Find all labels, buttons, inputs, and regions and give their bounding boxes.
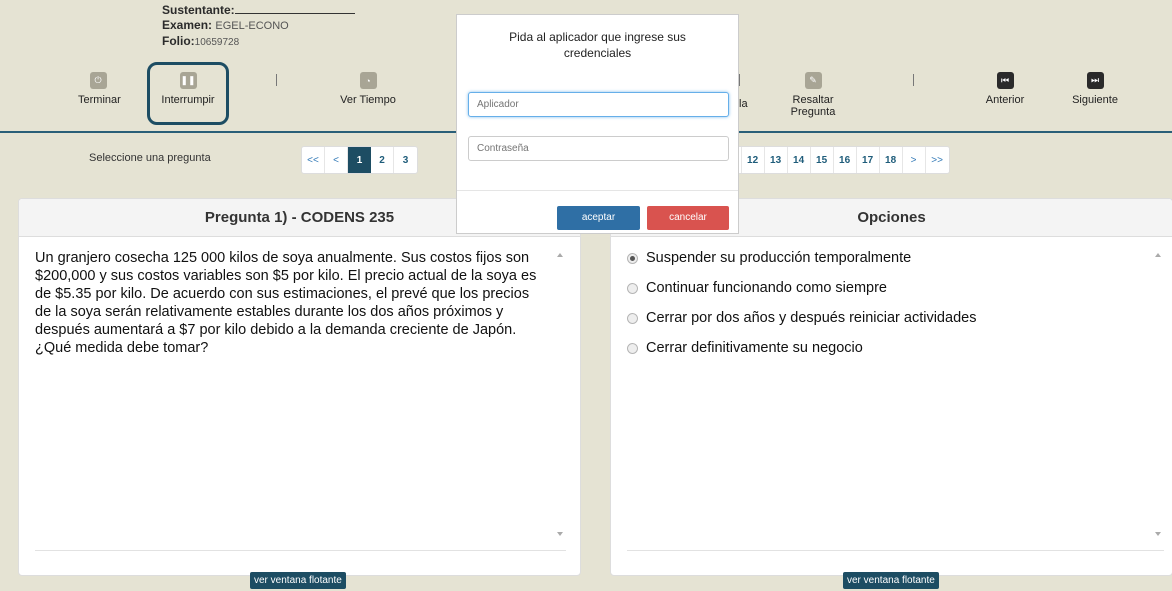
password-input[interactable] — [468, 136, 729, 161]
scroll-down-icon[interactable] — [1155, 532, 1161, 536]
resaltar-label-2: Pregunta — [790, 106, 836, 118]
radio[interactable] — [627, 312, 638, 324]
scroll-up-icon[interactable] — [1155, 253, 1161, 257]
separator — [739, 74, 740, 86]
option-item[interactable]: Suspender su producción temporalmente — [627, 249, 1164, 267]
pagination-right: 11 12 13 14 15 16 17 18 > >> — [728, 146, 950, 174]
page-13[interactable]: 13 — [765, 147, 788, 173]
resaltar-pregunta-button[interactable]: ✎ Resaltar Pregunta — [785, 72, 841, 118]
page-12[interactable]: 12 — [742, 147, 765, 173]
pagination-left: << < 1 2 3 — [301, 146, 418, 174]
page-3[interactable]: 3 — [394, 147, 417, 173]
siguiente-label: Siguiente — [1072, 94, 1118, 106]
option-label: Suspender su producción temporalmente — [646, 250, 912, 266]
anterior-label: Anterior — [985, 94, 1025, 106]
page-18[interactable]: 18 — [880, 147, 903, 173]
siguiente-button[interactable]: ⏭ Siguiente — [1068, 72, 1122, 106]
radio[interactable] — [627, 342, 638, 354]
page-first[interactable]: << — [302, 147, 325, 173]
examen-label: Examen: — [162, 18, 213, 32]
option-label: Cerrar por dos años y después reiniciar … — [646, 310, 977, 326]
scroll-up-icon[interactable] — [557, 253, 563, 257]
folio-value: 10659728 — [194, 37, 240, 48]
aplicador-input[interactable] — [468, 92, 729, 117]
page-15[interactable]: 15 — [811, 147, 834, 173]
select-question-label: Seleccione una pregunta — [89, 152, 211, 164]
partial-tool-label: la — [739, 98, 748, 110]
radio-selected[interactable] — [627, 252, 638, 264]
page-17[interactable]: 17 — [857, 147, 880, 173]
option-item[interactable]: Cerrar definitivamente su negocio — [627, 339, 1164, 357]
sustentante-line — [234, 3, 355, 14]
folio-label: Folio: — [162, 34, 195, 48]
page-next[interactable]: > — [903, 147, 926, 173]
next-icon: ⏭ — [1086, 72, 1104, 89]
options-body: Suspender su producción temporalmente Co… — [627, 249, 1164, 551]
page-prev[interactable]: < — [325, 147, 348, 173]
resaltar-label-1: Resaltar — [792, 94, 834, 106]
previous-icon: ⏮ — [996, 72, 1014, 89]
page-2[interactable]: 2 — [371, 147, 394, 173]
cancel-button[interactable]: cancelar — [647, 206, 729, 230]
option-label: Continuar funcionando como siempre — [646, 280, 887, 296]
terminar-button[interactable]: ⏻ Terminar — [78, 72, 121, 106]
ver-tiempo-label: Ver Tiempo — [340, 94, 396, 106]
question-body: Un granjero cosecha 125 000 kilos de soy… — [35, 249, 566, 551]
sustentante-label: Sustentante: — [162, 3, 235, 17]
anterior-button[interactable]: ⏮ Anterior — [980, 72, 1030, 106]
ver-tiempo-button[interactable]: ◔ Ver Tiempo — [338, 72, 398, 106]
terminar-label: Terminar — [78, 94, 121, 106]
page-16[interactable]: 16 — [834, 147, 857, 173]
question-scrollbar[interactable] — [554, 249, 566, 540]
question-text: Un granjero cosecha 125 000 kilos de soy… — [35, 250, 537, 356]
modal-footer-divider — [457, 190, 738, 191]
highlight-icon: ✎ — [804, 72, 822, 89]
credentials-modal: Pida al aplicador que ingrese sus creden… — [456, 14, 739, 234]
separator — [913, 74, 914, 86]
page-14[interactable]: 14 — [788, 147, 811, 173]
interrumpir-highlight — [147, 62, 229, 125]
option-item[interactable]: Continuar funcionando como siempre — [627, 279, 1164, 297]
radio[interactable] — [627, 282, 638, 294]
clock-icon: ◔ — [359, 72, 377, 89]
power-icon: ⏻ — [89, 72, 107, 89]
accept-button[interactable]: aceptar — [557, 206, 640, 230]
examen-value: EGEL-ECONO — [215, 20, 289, 32]
option-label: Cerrar definitivamente su negocio — [646, 340, 863, 356]
option-item[interactable]: Cerrar por dos años y después reiniciar … — [627, 309, 1164, 327]
page-last[interactable]: >> — [926, 147, 949, 173]
question-float-window-button[interactable]: ver ventana flotante — [250, 572, 346, 589]
scroll-down-icon[interactable] — [557, 532, 563, 536]
question-panel: Pregunta 1) - CODENS 235 Un granjero cos… — [18, 198, 581, 576]
modal-title: Pida al aplicador que ingrese sus creden… — [509, 30, 686, 60]
page-1[interactable]: 1 — [348, 147, 371, 173]
options-float-window-button[interactable]: ver ventana flotante — [843, 572, 939, 589]
options-scrollbar[interactable] — [1152, 249, 1164, 540]
options-panel: Opciones Suspender su producción tempora… — [610, 198, 1172, 576]
separator — [276, 74, 277, 86]
exam-info: Sustentante: Examen: EGEL-ECONO Folio:10… — [162, 3, 355, 50]
